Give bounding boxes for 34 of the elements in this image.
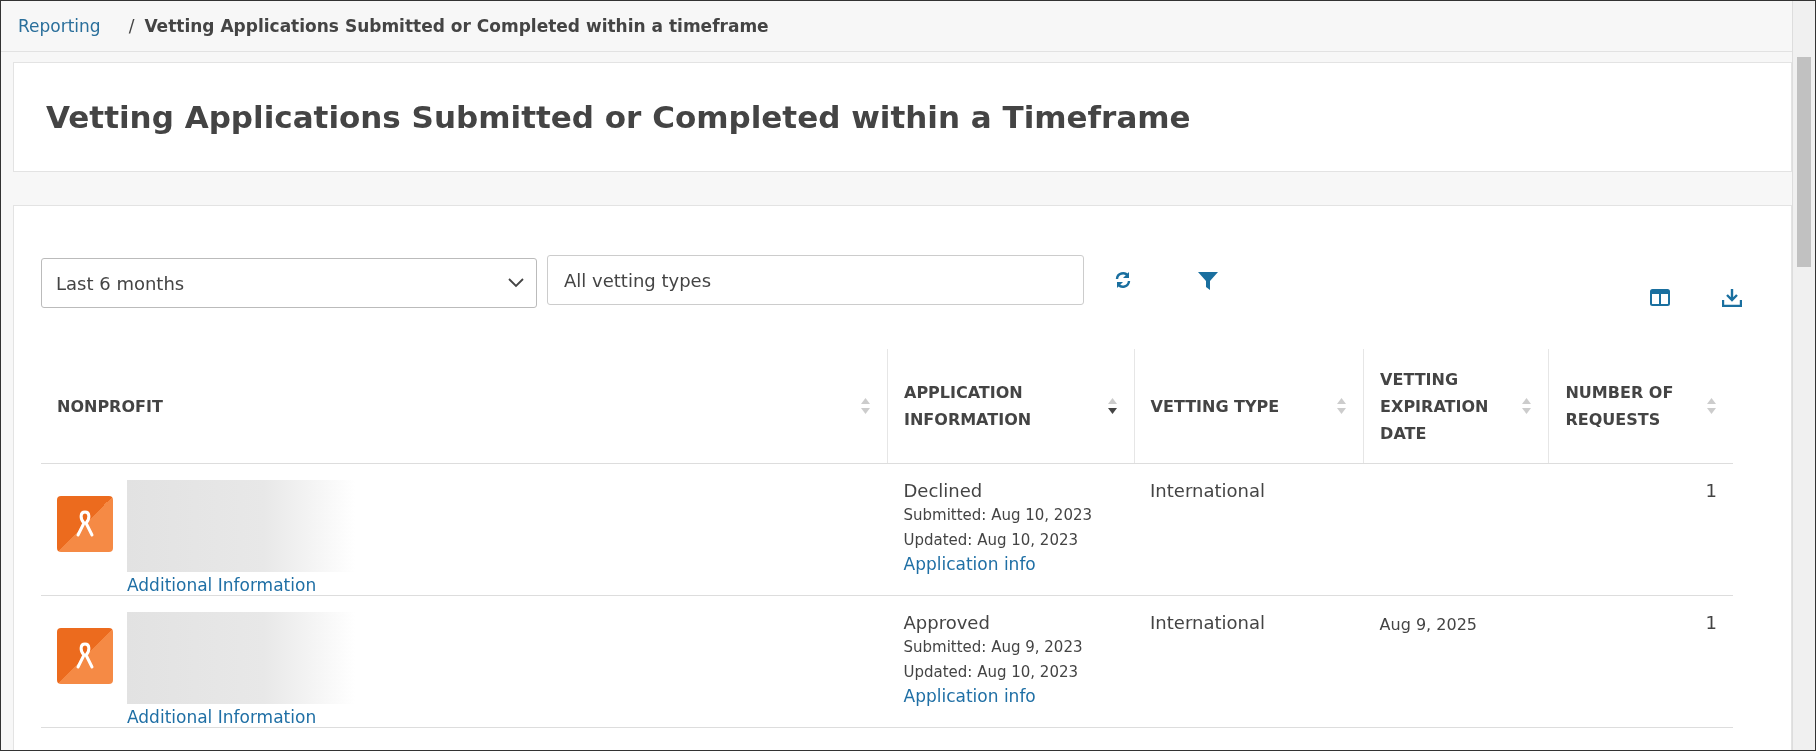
application-info-link[interactable]: Application info (903, 686, 1036, 706)
breadcrumb-current: / Vetting Applications Submitted or Completed within a timeframe (128, 16, 769, 36)
scrollbar-thumb[interactable] (1797, 57, 1811, 267)
updated-date: Updated: Aug 10, 2023 (903, 530, 1080, 551)
application-status: Approved (903, 612, 991, 633)
columns-icon[interactable] (1650, 289, 1670, 306)
vetting-types-field[interactable]: All vetting types (547, 255, 1084, 305)
request-count: 1 (1705, 612, 1717, 633)
application-info-link[interactable]: Application info (903, 554, 1036, 574)
submitted-date: Submitted: Aug 10, 2023 (903, 505, 1094, 526)
application-status: Declined (903, 480, 984, 501)
download-icon[interactable] (1722, 289, 1742, 307)
column-header[interactable]: NONPROFIT (57, 392, 163, 420)
updated-date: Updated: Aug 10, 2023 (903, 662, 1080, 683)
column-header[interactable]: VETTING TYPE (1150, 392, 1280, 420)
expiration-date: Aug 9, 2025 (1379, 615, 1477, 634)
request-count: 1 (1705, 480, 1717, 501)
column-header[interactable]: NUMBER OF REQUESTS (1565, 379, 1698, 433)
breadcrumb-link[interactable]: Reporting (18, 16, 101, 36)
vetting-type: International (1150, 480, 1265, 501)
ribbon-logo-icon (57, 496, 113, 552)
period-dropdown[interactable]: Last 6 months (41, 258, 537, 308)
additional-information-link[interactable]: Additional Information (127, 707, 872, 727)
additional-information-link[interactable]: Additional Information (127, 575, 872, 595)
submitted-date: Submitted: Aug 9, 2023 (903, 637, 1084, 658)
column-header[interactable]: VETTING EXPIRATION DATE (1380, 365, 1514, 447)
ribbon-logo-icon (57, 628, 113, 684)
sort-icon[interactable] (1106, 395, 1118, 417)
vetting-type: International (1150, 612, 1265, 633)
filter-icon[interactable] (1198, 272, 1218, 290)
column-header[interactable]: APPLICATION INFORMATION (904, 379, 1099, 433)
chevron-down-icon (508, 278, 524, 288)
page-title: Vetting Applications Submitted or Completed within a Timeframe (46, 99, 1191, 135)
refresh-icon[interactable] (1114, 271, 1132, 289)
